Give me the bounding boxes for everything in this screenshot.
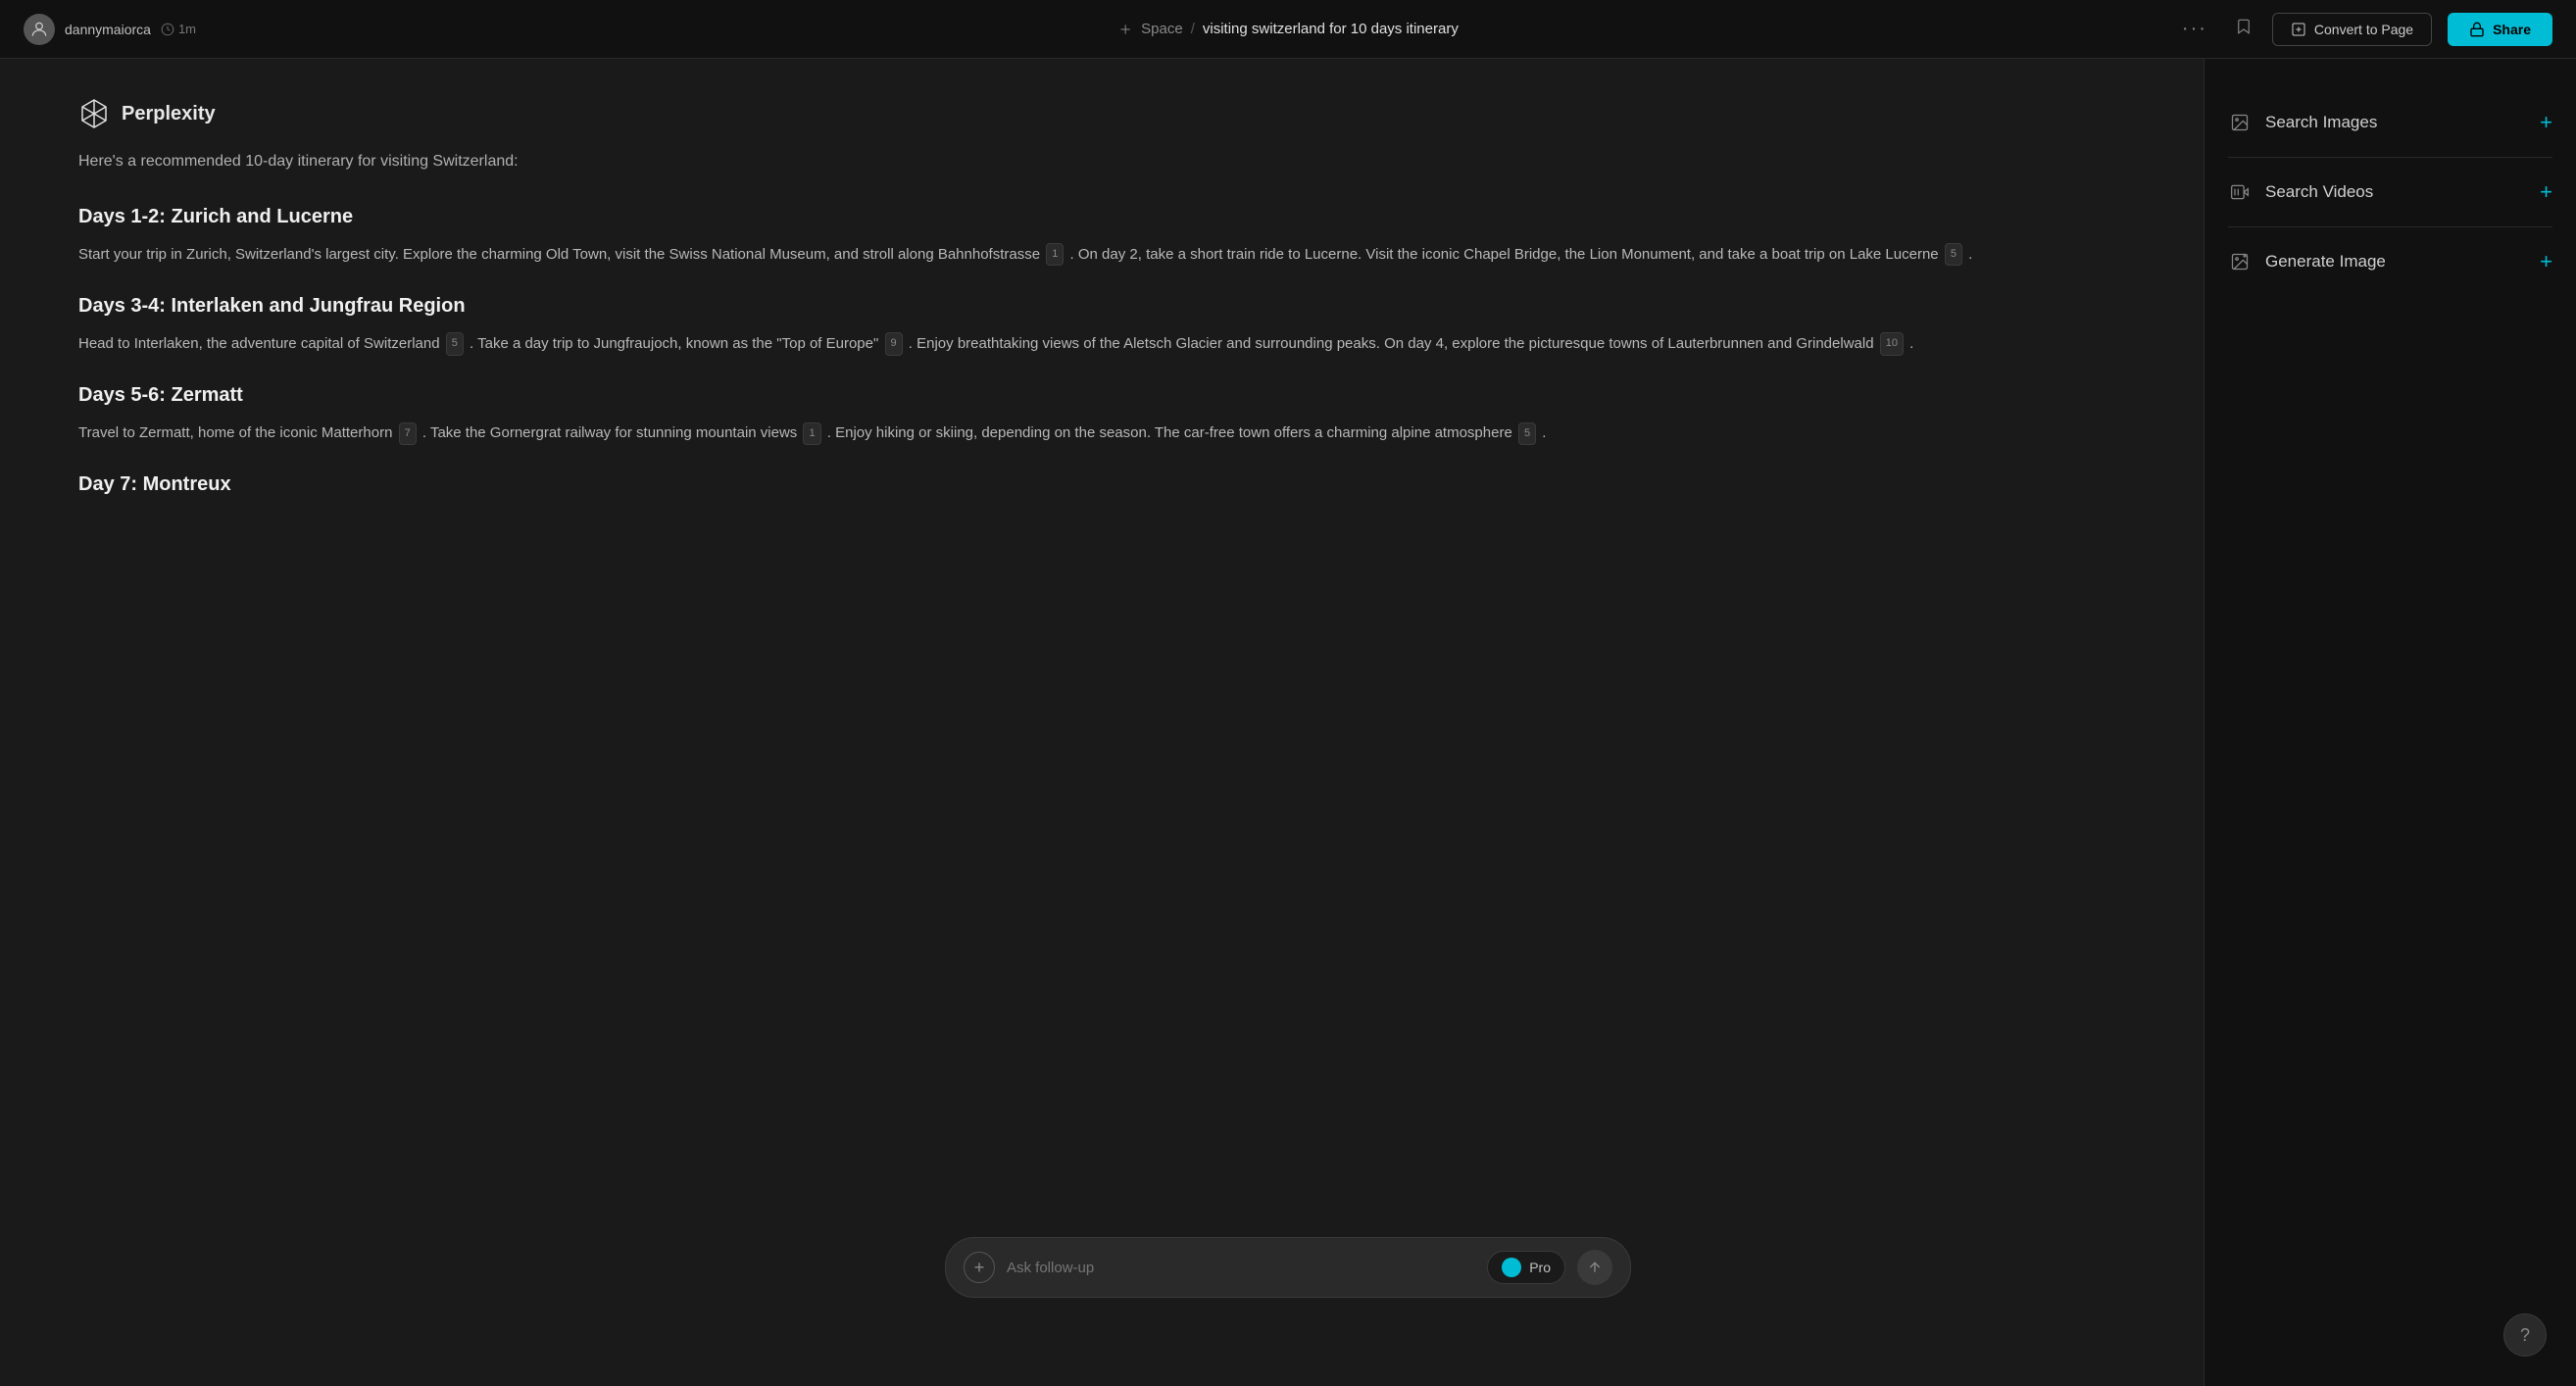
sidebar-item-search-images[interactable]: Search Images +	[2228, 88, 2552, 158]
avatar	[24, 14, 55, 45]
bookmark-icon	[2235, 18, 2253, 35]
sidebar-item-search-videos[interactable]: Search Videos +	[2228, 158, 2552, 227]
section-text-2: Head to Interlaken, the adventure capita…	[78, 331, 2125, 357]
submit-button[interactable]	[1577, 1250, 1612, 1285]
generate-svg-icon	[2230, 252, 2250, 272]
right-sidebar: Search Images + Search Videos +	[2204, 59, 2576, 1386]
search-videos-label: Search Videos	[2265, 182, 2373, 202]
plus-icon	[1117, 22, 1133, 37]
lock-icon	[2469, 22, 2485, 37]
share-label: Share	[2493, 22, 2531, 37]
search-images-label: Search Images	[2265, 113, 2377, 132]
video-icon	[2228, 182, 2252, 202]
follow-up-input[interactable]	[1007, 1260, 1475, 1276]
main-layout: Perplexity Here's a recommended 10-day i…	[0, 59, 2576, 1386]
section-heading-1: Days 1-2: Zurich and Lucerne	[78, 206, 2125, 228]
topbar-right: ··· Convert to Page Share	[2174, 13, 2552, 46]
citation-1-1: 1	[1046, 243, 1064, 266]
section-text-3: Travel to Zermatt, home of the iconic Ma…	[78, 421, 2125, 446]
generate-icon	[2228, 252, 2252, 272]
more-options-button[interactable]: ···	[2174, 14, 2215, 44]
search-images-plus-icon: +	[2540, 110, 2552, 135]
image-svg-icon	[2230, 113, 2250, 132]
page-title: visiting switzerland for 10 days itinera…	[1203, 21, 1459, 37]
topbar-left: dannymaiorca 1m	[24, 14, 196, 45]
follow-up-input-box: + Pro	[945, 1237, 1631, 1298]
convert-to-page-button[interactable]: Convert to Page	[2272, 13, 2432, 46]
sidebar-item-generate-image-left: Generate Image	[2228, 252, 2386, 272]
time-label: 1m	[161, 22, 196, 36]
breadcrumb-separator: /	[1191, 21, 1195, 37]
citation-3-2: 1	[803, 422, 820, 445]
sidebar-item-generate-image[interactable]: Generate Image +	[2228, 227, 2552, 296]
citation-2-2: 9	[885, 332, 903, 355]
bottom-input-container: + Pro	[945, 1237, 1631, 1298]
bookmark-button[interactable]	[2231, 14, 2256, 44]
share-button[interactable]: Share	[2448, 13, 2552, 46]
perplexity-logo-icon	[78, 98, 110, 129]
image-icon	[2228, 113, 2252, 132]
arrow-up-icon	[1587, 1260, 1603, 1275]
section-text-1: Start your trip in Zurich, Switzerland's…	[78, 242, 2125, 268]
sidebar-item-search-images-left: Search Images	[2228, 113, 2377, 132]
citation-2-3: 10	[1880, 332, 1904, 355]
section-heading-4: Day 7: Montreux	[78, 473, 2125, 496]
search-videos-plus-icon: +	[2540, 179, 2552, 205]
citation-2-1: 5	[446, 332, 464, 355]
citation-3-3: 5	[1518, 422, 1536, 445]
generate-image-plus-icon: +	[2540, 249, 2552, 274]
section-heading-2: Days 3-4: Interlaken and Jungfrau Region	[78, 295, 2125, 318]
help-button[interactable]: ?	[2503, 1313, 2547, 1357]
section-heading-3: Days 5-6: Zermatt	[78, 384, 2125, 407]
sidebar-item-search-videos-left: Search Videos	[2228, 182, 2373, 202]
add-attachment-button[interactable]: +	[964, 1252, 995, 1283]
perplexity-brand-title: Perplexity	[122, 103, 216, 125]
user-icon	[29, 20, 49, 39]
generate-image-label: Generate Image	[2265, 252, 2386, 272]
breadcrumb: Space / visiting switzerland for 10 days…	[1117, 21, 1459, 37]
clock-icon	[161, 23, 174, 36]
pro-toggle[interactable]: Pro	[1487, 1251, 1565, 1284]
space-link[interactable]: Space	[1141, 21, 1183, 37]
video-svg-icon	[2230, 182, 2250, 202]
help-label: ?	[2520, 1325, 2530, 1346]
username-label: dannymaiorca	[65, 22, 151, 37]
citation-3-1: 7	[399, 422, 417, 445]
intro-text: Here's a recommended 10-day itinerary fo…	[78, 149, 2125, 174]
pro-label: Pro	[1529, 1260, 1551, 1275]
perplexity-header: Perplexity	[78, 98, 2125, 129]
citation-1-2: 5	[1945, 243, 1962, 266]
convert-icon	[2291, 22, 2306, 37]
topbar: dannymaiorca 1m Space / visiting switzer…	[0, 0, 2576, 59]
convert-label: Convert to Page	[2314, 22, 2413, 37]
content-area: Perplexity Here's a recommended 10-day i…	[0, 59, 2204, 1386]
pro-toggle-dot	[1502, 1258, 1521, 1277]
